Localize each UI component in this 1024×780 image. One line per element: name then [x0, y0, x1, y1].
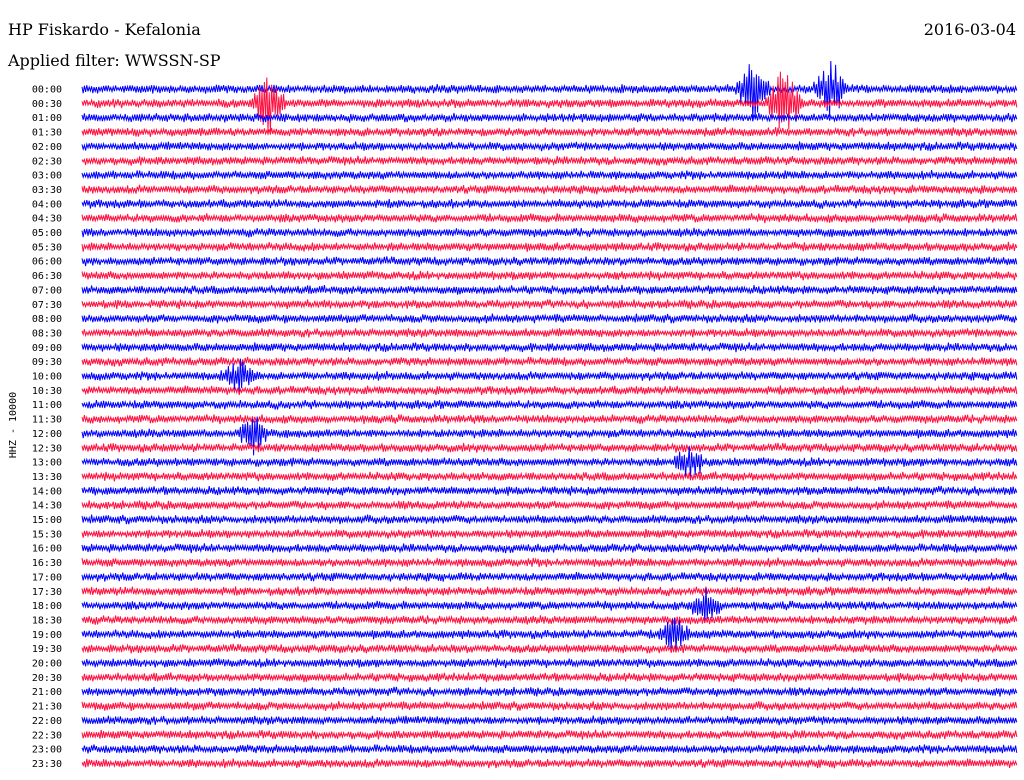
tick-label: 05:30 — [32, 242, 62, 253]
trace-line — [81, 586, 1018, 597]
trace-line — [81, 342, 1018, 353]
tick-label: 18:00 — [32, 601, 62, 612]
tick-label: 03:00 — [32, 171, 62, 182]
trace-line — [81, 71, 1018, 132]
trace-line — [81, 528, 1018, 540]
trace-line — [81, 356, 1018, 367]
trace-line — [81, 227, 1018, 238]
tick-label: 05:00 — [32, 228, 62, 239]
tick-label: 15:00 — [32, 515, 62, 526]
trace-line — [81, 284, 1018, 295]
tick-label: 08:00 — [32, 314, 62, 325]
trace-line — [81, 658, 1018, 669]
tick-label: 12:00 — [32, 429, 62, 440]
tick-label: 07:30 — [32, 300, 62, 311]
trace-line — [81, 241, 1018, 252]
tick-label: 08:30 — [32, 328, 62, 339]
trace-line — [81, 255, 1018, 267]
trace-line — [81, 399, 1018, 410]
trace-line — [81, 571, 1018, 582]
trace-line — [81, 414, 1018, 425]
tick-label: 17:00 — [32, 572, 62, 583]
tick-label: 16:30 — [32, 558, 62, 569]
tick-label: 11:30 — [32, 415, 62, 426]
tick-label: 15:30 — [32, 529, 62, 540]
trace-line — [81, 313, 1018, 324]
trace-line — [81, 112, 1018, 123]
channel-label: HHZ - 10000 — [8, 392, 19, 458]
tick-label: 22:00 — [32, 716, 62, 727]
trace-line — [81, 514, 1018, 525]
trace-line — [81, 126, 1018, 138]
tick-label: 21:30 — [32, 702, 62, 713]
trace-line — [81, 543, 1018, 554]
tick-label: 13:00 — [32, 458, 62, 469]
tick-label: 16:00 — [32, 544, 62, 555]
trace-line — [81, 141, 1018, 152]
trace-line — [81, 385, 1018, 396]
tick-label: 18:30 — [32, 615, 62, 626]
tick-label: 04:00 — [32, 199, 62, 210]
trace-line — [81, 557, 1018, 568]
tick-label: 00:30 — [32, 99, 62, 110]
tick-label: 21:00 — [32, 687, 62, 698]
tick-label: 14:00 — [32, 486, 62, 497]
tick-label: 02:00 — [32, 142, 62, 153]
tick-label: 19:00 — [32, 630, 62, 641]
tick-label: 00:00 — [32, 85, 62, 96]
trace-line — [81, 700, 1018, 711]
seismogram-plot: 00:00 00:30 01:00 01:30 02:00 02:30 03:00 03:30… — [8, 60, 1018, 770]
trace-line — [81, 60, 1018, 120]
trace-line — [81, 729, 1018, 741]
trace-line — [81, 758, 1018, 769]
trace-line — [81, 714, 1018, 726]
trace-line — [81, 155, 1018, 167]
trace-line — [81, 299, 1018, 310]
tick-label: 20:30 — [32, 673, 62, 684]
tick-label: 12:30 — [32, 443, 62, 454]
tick-label: 10:30 — [32, 386, 62, 397]
tick-label: 22:30 — [32, 730, 62, 741]
tick-label: 02:30 — [32, 156, 62, 167]
time-tick-labels: 00:00 00:30 01:00 01:30 02:00 02:30 03:00 03:30… — [32, 85, 62, 770]
trace-line — [81, 672, 1018, 683]
trace-line — [81, 686, 1018, 697]
tick-label: 11:00 — [32, 400, 62, 411]
tick-label: 06:00 — [32, 257, 62, 268]
trace-group — [81, 60, 1018, 769]
tick-label: 01:30 — [32, 128, 62, 139]
trace-line — [81, 198, 1018, 209]
tick-label: 04:30 — [32, 214, 62, 225]
tick-label: 13:30 — [32, 472, 62, 483]
tick-label: 07:00 — [32, 285, 62, 296]
trace-line — [81, 744, 1018, 754]
trace-line — [81, 184, 1018, 195]
tick-label: 23:30 — [32, 759, 62, 770]
trace-line — [81, 442, 1018, 453]
trace-line — [81, 213, 1018, 224]
tick-label: 03:30 — [32, 185, 62, 196]
trace-line — [81, 485, 1018, 496]
trace-line — [81, 270, 1018, 281]
trace-line — [81, 471, 1018, 482]
tick-label: 17:30 — [32, 587, 62, 598]
tick-label: 23:00 — [32, 745, 62, 756]
tick-label: 14:30 — [32, 501, 62, 512]
tick-label: 09:30 — [32, 357, 62, 368]
trace-line — [81, 170, 1018, 180]
tick-label: 19:30 — [32, 644, 62, 655]
tick-label: 06:30 — [32, 271, 62, 282]
trace-line — [81, 614, 1018, 626]
tick-label: 01:00 — [32, 113, 62, 124]
tick-label: 10:00 — [32, 372, 62, 383]
tick-label: 20:00 — [32, 659, 62, 670]
tick-label: 09:00 — [32, 343, 62, 354]
trace-line — [81, 499, 1018, 511]
trace-line — [81, 643, 1018, 654]
trace-line — [81, 327, 1018, 338]
